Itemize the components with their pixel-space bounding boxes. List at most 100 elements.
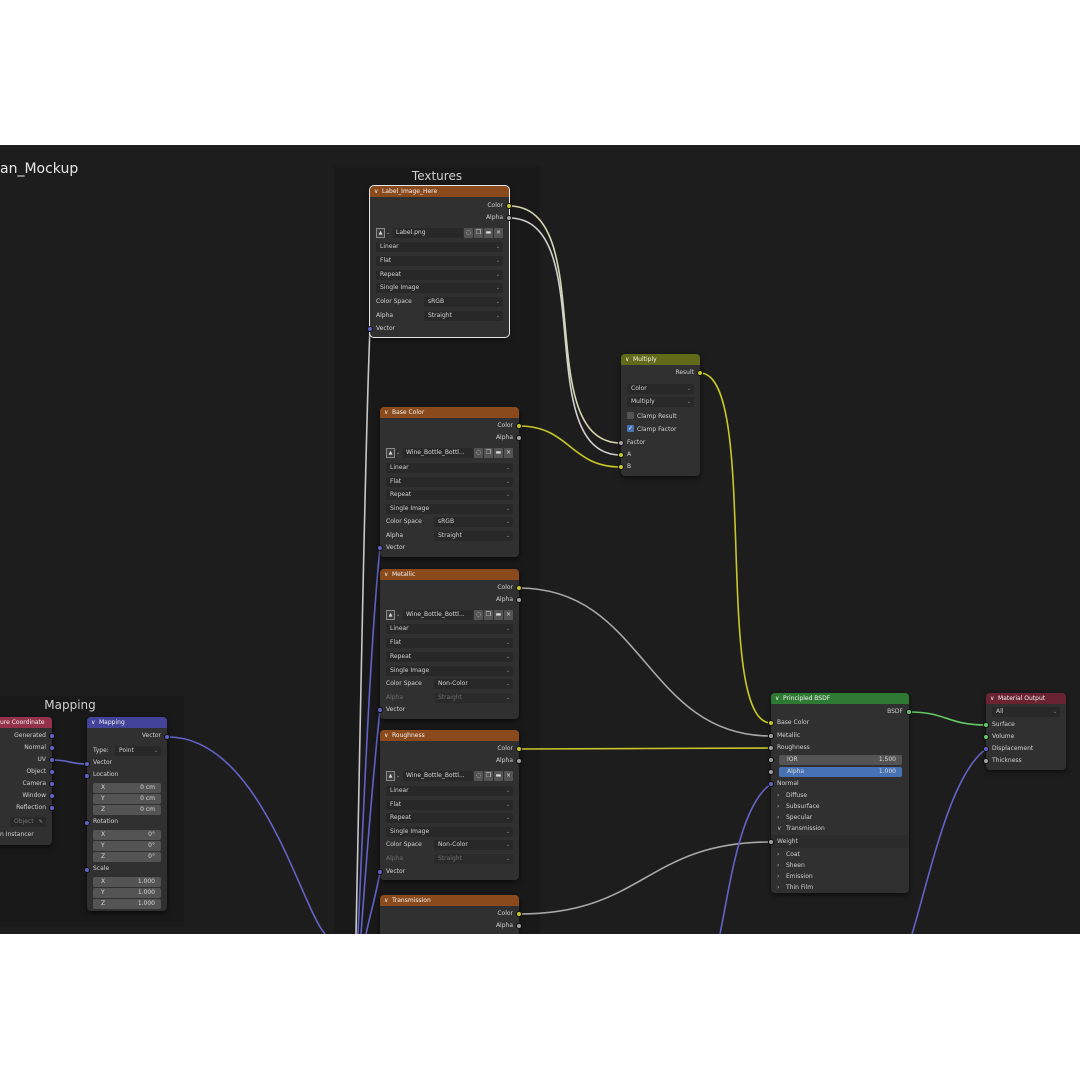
rotation-y[interactable]: Y 0° — [93, 841, 161, 851]
collapse-chevron-icon[interactable]: ∨ — [374, 186, 382, 197]
metallic-header[interactable]: ∨ Metallic — [380, 569, 519, 580]
bsdf-header[interactable]: ∨ Principled BSDF — [771, 693, 909, 704]
label-alpha-dropdown[interactable]: Straight ⌄ — [424, 311, 503, 321]
panel-coat[interactable]: › Coat — [777, 849, 903, 860]
bsdf-ior-field[interactable]: IOR 1.500 — [779, 755, 902, 765]
panel-specular[interactable]: › Specular — [777, 812, 903, 823]
rough-colorspace-dropdown[interactable]: Non-Color ⌄ — [434, 840, 513, 850]
duplicate-icon[interactable]: ❐ — [474, 228, 483, 238]
socket-bsdf-out[interactable] — [906, 709, 912, 715]
transmission-header[interactable]: ∨ Transmission — [380, 895, 519, 906]
socket-bsdf-weight[interactable] — [768, 839, 774, 845]
eyedropper-icon[interactable]: ✎ — [39, 817, 43, 827]
socket-bsdf-ior[interactable] — [768, 757, 774, 763]
panel-transmission[interactable]: ∨ Transmission — [777, 823, 903, 834]
fake-user-icon[interactable]: ◌ — [474, 448, 483, 458]
rough-interpolation[interactable]: Linear ⌄ — [386, 786, 513, 796]
panel-emission[interactable]: › Emission — [777, 871, 903, 882]
socket-bsdf-basecolor[interactable] — [768, 720, 774, 726]
multiply-type-dropdown[interactable]: Color ⌄ — [627, 384, 694, 394]
image-icon[interactable]: ▲ — [386, 610, 395, 620]
socket-base-color[interactable] — [516, 423, 522, 429]
label-image-selector[interactable]: ▲ ⌄ Label.png ◌ ❐ ▬ × — [376, 228, 503, 239]
base-extension[interactable]: Repeat ⌄ — [386, 490, 513, 500]
metal-source[interactable]: Single Image ⌄ — [386, 666, 513, 676]
image-icon[interactable]: ▲ — [386, 448, 395, 458]
material-output-node[interactable]: ∨ Material Output All ⌄ Surface Volume Dis… — [983, 693, 1066, 770]
base-alpha-dropdown[interactable]: Straight ⌄ — [434, 531, 513, 541]
metallic-node[interactable]: ∨ Metallic Color Alpha ▲ ⌄ Wine_Bottle_Bot… — [377, 569, 522, 719]
socket-base-vector[interactable] — [377, 545, 383, 551]
collapse-chevron-icon[interactable]: ∨ — [625, 354, 633, 365]
image-icon[interactable]: ▲ — [376, 228, 385, 238]
texcoord-object-field[interactable]: Object ✎ — [10, 817, 46, 827]
fake-user-icon[interactable]: ◌ — [474, 610, 483, 620]
fake-user-icon[interactable]: ◌ — [474, 771, 483, 781]
metal-colorspace-dropdown[interactable]: Non-Color ⌄ — [434, 679, 513, 689]
socket-bsdf-roughness[interactable] — [768, 745, 774, 751]
collapse-chevron-icon[interactable]: ∨ — [91, 717, 99, 728]
close-icon[interactable]: × — [504, 771, 513, 781]
duplicate-icon[interactable]: ❐ — [484, 448, 493, 458]
scale-y[interactable]: Y 1.000 — [93, 888, 161, 898]
output-header[interactable]: ∨ Material Output — [986, 693, 1066, 704]
location-x[interactable]: X0 cm — [93, 783, 161, 793]
base-color-header[interactable]: ∨ Base Color — [380, 407, 519, 418]
metal-projection[interactable]: Flat ⌄ — [386, 638, 513, 648]
clamp-factor-checkbox[interactable]: ✓ Clamp Factor — [627, 424, 694, 436]
socket-reflection[interactable] — [49, 805, 55, 811]
image-icon[interactable]: ▲ — [386, 771, 395, 781]
socket-metal-alpha[interactable] — [516, 597, 522, 603]
socket-camera[interactable] — [49, 781, 55, 787]
socket-metal-color[interactable] — [516, 585, 522, 591]
panel-subsurface[interactable]: › Subsurface — [777, 801, 903, 812]
socket-mapping-scale[interactable] — [84, 867, 90, 873]
principled-bsdf-node[interactable]: ∨ Principled BSDF BSDF Base Color Metalli… — [768, 693, 912, 893]
socket-multiply-a[interactable] — [618, 452, 624, 458]
base-projection[interactable]: Flat ⌄ — [386, 477, 513, 487]
metal-image-selector[interactable]: ▲ ⌄ Wine_Bottle_Bottl... ◌ ❐ ▬ × — [386, 610, 513, 621]
socket-mapping-vector[interactable] — [84, 761, 90, 767]
base-colorspace-dropdown[interactable]: sRGB ⌄ — [434, 517, 513, 527]
mapping-node[interactable]: ∨ Mapping Vector Type: Point ⌄ Vector Locat… — [84, 717, 170, 911]
duplicate-icon[interactable]: ❐ — [484, 610, 493, 620]
socket-multiply-b[interactable] — [618, 464, 624, 470]
rotation-x[interactable]: X 0° — [93, 830, 161, 840]
socket-uv[interactable] — [49, 757, 55, 763]
label-interpolation[interactable]: Linear ⌄ — [376, 242, 503, 252]
transmission-node[interactable]: ∨ Transmission Color Alpha — [380, 895, 522, 934]
location-z[interactable]: Z0 cm — [93, 805, 161, 815]
socket-output-displacement[interactable] — [983, 746, 989, 752]
texture-coordinate-node[interactable]: ure Coordinate Generated Normal UV Objec… — [0, 717, 55, 845]
multiply-node[interactable]: ∨ Multiply Result Color ⌄ Multiply ⌄ Clamp … — [618, 354, 703, 476]
label-extension[interactable]: Repeat ⌄ — [376, 270, 503, 280]
socket-mapping-rotation[interactable] — [84, 820, 90, 826]
collapse-chevron-icon[interactable]: ∨ — [775, 693, 783, 704]
socket-rough-color[interactable] — [516, 746, 522, 752]
close-icon[interactable]: × — [504, 610, 513, 620]
rough-source[interactable]: Single Image ⌄ — [386, 827, 513, 837]
collapse-chevron-icon[interactable]: ∨ — [384, 895, 392, 906]
checkbox-unchecked[interactable] — [627, 412, 634, 419]
base-image-name[interactable]: Wine_Bottle_Bottl... — [403, 448, 473, 458]
roughness-header[interactable]: ∨ Roughness — [380, 730, 519, 741]
socket-rough-alpha[interactable] — [516, 758, 522, 764]
collapse-chevron-icon[interactable]: ∨ — [384, 730, 392, 741]
node-editor-canvas[interactable]: an_Mockup Textures Mapping ure Coordinat… — [0, 145, 1080, 934]
label-colorspace-dropdown[interactable]: sRGB ⌄ — [424, 297, 503, 307]
socket-normal[interactable] — [49, 745, 55, 751]
fake-user-icon[interactable]: ◌ — [464, 228, 473, 238]
socket-label-alpha[interactable] — [506, 215, 512, 221]
scale-x[interactable]: X 1.000 — [93, 877, 161, 887]
socket-bsdf-alpha[interactable] — [768, 769, 774, 775]
rough-image-selector[interactable]: ▲ ⌄ Wine_Bottle_Bottl... ◌ ❐ ▬ × — [386, 771, 513, 782]
rough-image-name[interactable]: Wine_Bottle_Bottl... — [403, 771, 473, 781]
socket-bsdf-normal[interactable] — [768, 781, 774, 787]
folder-icon[interactable]: ▬ — [494, 771, 503, 781]
socket-mapping-out[interactable] — [164, 734, 170, 740]
socket-label-color[interactable] — [506, 203, 512, 209]
clamp-result-checkbox[interactable]: Clamp Result — [627, 411, 694, 423]
mapping-header[interactable]: ∨ Mapping — [87, 717, 167, 728]
base-source[interactable]: Single Image ⌄ — [386, 504, 513, 514]
socket-object[interactable] — [49, 769, 55, 775]
